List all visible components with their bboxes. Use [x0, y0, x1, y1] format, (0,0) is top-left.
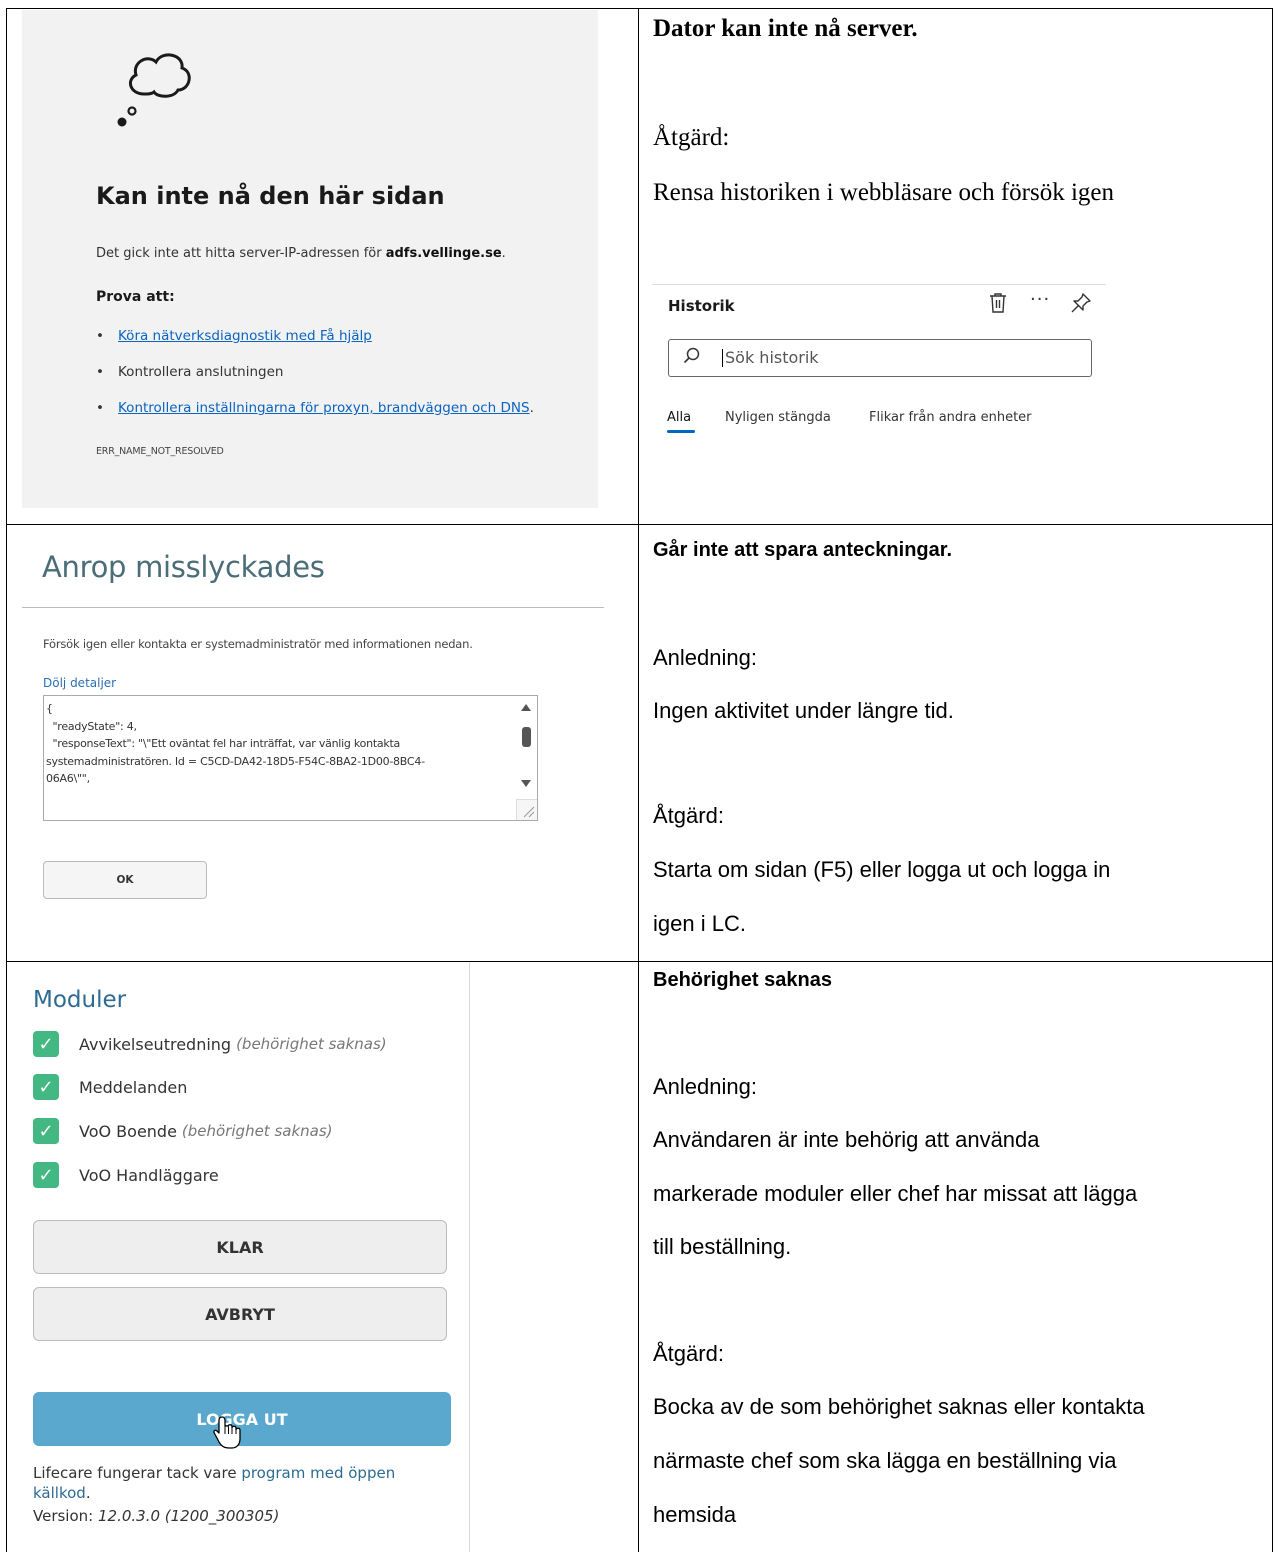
- row2-action-line1: Starta om sidan (F5) eller logga ut och …: [653, 857, 1111, 882]
- row1-action-label: Åtgärd:: [653, 124, 730, 151]
- cancel-button[interactable]: AVBRYT: [33, 1287, 447, 1341]
- row2-reason-text: Ingen aktivitet under längre tid.: [653, 698, 954, 723]
- scroll-up-arrow-icon[interactable]: [521, 704, 531, 711]
- open-source-link[interactable]: program med öppen: [241, 1464, 395, 1482]
- module-item[interactable]: ✓ VoO Boende (behörighet saknas): [33, 1116, 333, 1146]
- modules-title: Moduler: [33, 987, 127, 1013]
- text-caret: [722, 349, 723, 367]
- error-host: adfs.vellinge.se: [385, 246, 502, 261]
- module-item[interactable]: ✓ Meddelanden: [33, 1072, 187, 1102]
- history-title: Historik: [668, 297, 735, 315]
- module-item[interactable]: ✓ VoO Handläggare: [33, 1160, 219, 1190]
- row2-action-line2: igen i LC.: [653, 911, 746, 936]
- scrollbar-thumb[interactable]: [522, 727, 531, 747]
- version-info: Version: 12.0.3.0 (1200_300305): [33, 1507, 280, 1525]
- checkbox-checked-icon[interactable]: ✓: [33, 1162, 59, 1188]
- resize-grip-icon[interactable]: [516, 799, 537, 820]
- try-heading: Prova att:: [96, 289, 175, 305]
- thought-cloud-icon: [117, 53, 191, 127]
- module-label: VoO Handläggare: [79, 1165, 219, 1185]
- checkbox-checked-icon[interactable]: ✓: [33, 1118, 59, 1144]
- row3-reason-label: Anledning:: [653, 1074, 757, 1099]
- hand-pointer-icon: [213, 1416, 241, 1449]
- dialog-divider: [22, 607, 604, 608]
- done-button[interactable]: KLAR: [33, 1220, 447, 1274]
- row3-heading: Behörighet saknas: [653, 969, 832, 991]
- row3-reason-line: till beställning.: [653, 1234, 792, 1259]
- row3-reason-line: Användaren är inte behörig att använda: [653, 1127, 1040, 1152]
- dialog-title: Anrop misslyckades: [42, 550, 325, 584]
- module-note: (behörighet saknas): [236, 1035, 387, 1053]
- checkbox-checked-icon[interactable]: ✓: [33, 1031, 59, 1057]
- row3-action-line: Bocka av de som behörighet saknas eller …: [653, 1394, 1145, 1419]
- row3-reason-line: markerade moduler eller chef har missat …: [653, 1181, 1138, 1206]
- ok-button[interactable]: OK: [43, 861, 207, 899]
- row3-action-line: hemsida: [653, 1502, 737, 1527]
- history-panel-border: [652, 284, 1106, 285]
- active-tab-indicator: [667, 430, 695, 433]
- modules-panel-edge: [469, 962, 470, 1552]
- proxy-settings-link: Kontrollera inställningarna för proxyn, …: [118, 400, 530, 416]
- table-row-divider-2: [6, 961, 1273, 962]
- suggestion-item: • Kontrollera anslutningen: [96, 364, 284, 380]
- suggestion-item[interactable]: • Köra nätverksdiagnostik med Få hjälp: [96, 328, 372, 344]
- module-note: (behörighet saknas): [181, 1122, 333, 1140]
- more-options-icon[interactable]: ···: [1030, 289, 1050, 310]
- table-border-top: [6, 8, 1273, 9]
- module-label: Avvikelseutredning: [79, 1034, 232, 1054]
- search-icon: [683, 347, 701, 370]
- module-label: VoO Boende: [79, 1121, 177, 1141]
- table-row-divider-1: [6, 524, 1273, 525]
- pin-icon[interactable]: [1070, 292, 1092, 319]
- tab-all[interactable]: Alla: [667, 410, 691, 425]
- dialog-message: Försök igen eller kontakta er systemadmi…: [43, 637, 473, 651]
- error-description: Det gick inte att hitta server-IP-adress…: [96, 246, 506, 261]
- diagnostics-link: Köra nätverksdiagnostik med Få hjälp: [118, 328, 372, 344]
- row3-action-line: närmaste chef som ska lägga en beställni…: [653, 1448, 1117, 1473]
- trash-icon[interactable]: [988, 292, 1008, 319]
- version-value: 12.0.3.0 (1200_300305): [97, 1507, 280, 1525]
- error-details-text: { "readyState": 4, "responseText": "\"Et…: [46, 702, 425, 785]
- row2-reason-label: Anledning:: [653, 645, 757, 670]
- tab-recently-closed[interactable]: Nyligen stängda: [725, 410, 831, 425]
- checkbox-checked-icon[interactable]: ✓: [33, 1074, 59, 1100]
- table-column-divider: [638, 8, 639, 1552]
- open-source-note: Lifecare fungerar tack vare program med …: [33, 1464, 396, 1482]
- table-border-right: [1272, 8, 1273, 1552]
- history-search-box[interactable]: [668, 339, 1092, 377]
- suggestion-item[interactable]: • Kontrollera inställningarna för proxyn,…: [96, 400, 534, 416]
- open-source-note-cont: källkod.: [33, 1484, 91, 1502]
- row3-action-label: Åtgärd:: [653, 1341, 724, 1366]
- module-label: Meddelanden: [79, 1077, 188, 1097]
- module-item[interactable]: ✓ Avvikelseutredning (behörighet saknas): [33, 1029, 387, 1059]
- error-title: Kan inte nå den här sidan: [96, 182, 445, 210]
- table-border-left: [6, 8, 7, 1552]
- row1-heading: Dator kan inte nå server.: [653, 15, 918, 42]
- history-search-input[interactable]: [725, 345, 1065, 369]
- scroll-down-arrow-icon[interactable]: [521, 780, 531, 787]
- hide-details-link[interactable]: Dölj detaljer: [43, 676, 116, 690]
- row1-action-text: Rensa historiken i webbläsare och försök…: [653, 179, 1114, 206]
- error-details-textarea[interactable]: { "readyState": 4, "responseText": "\"Et…: [43, 695, 538, 821]
- tab-other-devices[interactable]: Flikar från andra enheter: [869, 410, 1032, 425]
- error-code: ERR_NAME_NOT_RESOLVED: [96, 446, 224, 457]
- row2-action-label: Åtgärd:: [653, 803, 724, 828]
- row2-heading: Går inte att spara anteckningar.: [653, 539, 952, 561]
- open-source-link-cont[interactable]: källkod: [33, 1484, 86, 1502]
